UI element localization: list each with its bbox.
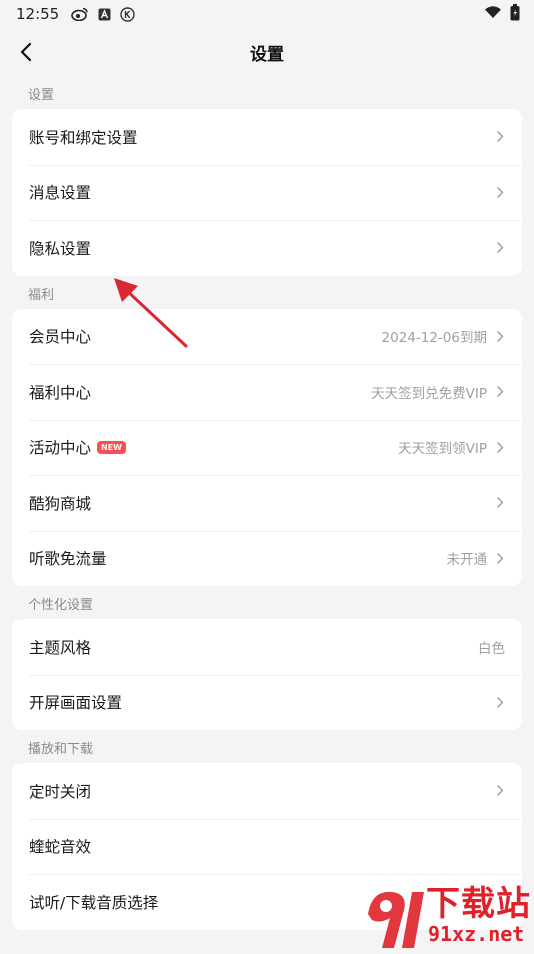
row-label: 福利中心 xyxy=(29,383,92,402)
row-value: 白色 xyxy=(478,640,505,657)
back-button[interactable] xyxy=(12,38,40,66)
row-label: 蝰蛇音效 xyxy=(29,838,92,857)
row-benefits-center[interactable]: 福利中心 天天签到兑免费VIP xyxy=(12,364,522,420)
chevron-right-icon xyxy=(495,385,505,398)
chevron-right-icon xyxy=(495,130,505,143)
watermark-url: 91xz.net xyxy=(428,922,525,946)
row-privacy-settings[interactable]: 隐私设置 xyxy=(12,220,522,276)
watermark: 下载站 91xz.net xyxy=(362,870,532,950)
row-free-data[interactable]: 听歌免流量 未开通 xyxy=(12,530,522,587)
section-title-personalization: 个性化设置 xyxy=(28,598,94,613)
row-value: 2024-12-06到期 xyxy=(381,330,487,347)
row-label: 账号和绑定设置 xyxy=(29,128,138,147)
row-label: 试听/下载音质选择 xyxy=(29,893,159,912)
wifi-icon xyxy=(484,5,502,23)
nav-bar: 设置 xyxy=(0,28,534,76)
row-theme-style[interactable]: 主题风格 白色 xyxy=(12,619,522,675)
personalization-card: 主题风格 白色 开屏画面设置 xyxy=(12,619,522,730)
row-value: 未开通 xyxy=(446,552,488,569)
row-value: 天天签到领VIP xyxy=(398,441,487,458)
chevron-right-icon xyxy=(495,496,505,509)
a-badge-icon xyxy=(98,8,111,21)
row-account-binding[interactable]: 账号和绑定设置 xyxy=(12,109,522,165)
battery-icon xyxy=(510,3,520,25)
row-label: 隐私设置 xyxy=(29,239,92,258)
new-badge: NEW xyxy=(97,440,126,454)
section-title-settings: 设置 xyxy=(28,88,55,103)
row-viper-sound[interactable]: 蝰蛇音效 xyxy=(12,818,522,875)
row-label: 定时关闭 xyxy=(29,782,92,801)
row-label: 消息设置 xyxy=(29,184,92,203)
page-title: 设置 xyxy=(250,44,284,65)
row-label: 听歌免流量 xyxy=(29,550,107,569)
chevron-right-icon xyxy=(495,784,505,797)
section-title-benefits: 福利 xyxy=(28,287,55,303)
row-label: 开屏画面设置 xyxy=(29,694,123,713)
k-badge-icon xyxy=(120,6,135,22)
chevron-right-icon xyxy=(495,552,505,565)
chevron-right-icon xyxy=(495,441,505,454)
status-time: 12:55 xyxy=(16,5,60,23)
row-kugou-mall[interactable]: 酷狗商城 xyxy=(12,475,522,531)
row-label: 活动中心 xyxy=(29,439,92,458)
chevron-right-icon xyxy=(495,186,505,199)
chevron-right-icon xyxy=(495,241,505,254)
row-member-center[interactable]: 会员中心 2024-12-06到期 xyxy=(12,309,522,365)
weibo-icon xyxy=(71,7,89,21)
row-label: 酷狗商城 xyxy=(29,494,92,513)
chevron-right-icon xyxy=(495,330,505,343)
chevron-right-icon xyxy=(495,696,505,709)
back-arrow-icon xyxy=(20,42,32,62)
row-value: 天天签到兑免费VIP xyxy=(371,385,487,402)
status-bar: 12:55 xyxy=(0,0,534,28)
section-title-playback: 播放和下载 xyxy=(28,742,94,757)
benefits-card: 会员中心 2024-12-06到期 福利中心 天天签到兑免费VIP 活动中心 N… xyxy=(12,308,522,587)
row-label: 主题风格 xyxy=(29,638,92,657)
settings-card: 账号和绑定设置 消息设置 隐私设置 xyxy=(12,109,522,276)
watermark-text: 下载站 xyxy=(426,884,531,924)
row-sleep-timer[interactable]: 定时关闭 xyxy=(12,763,522,819)
row-activity-center[interactable]: 活动中心 NEW 天天签到领VIP xyxy=(12,419,522,476)
row-splash-settings[interactable]: 开屏画面设置 xyxy=(12,674,522,731)
row-message-settings[interactable]: 消息设置 xyxy=(12,164,522,221)
row-label: 会员中心 xyxy=(29,328,92,347)
